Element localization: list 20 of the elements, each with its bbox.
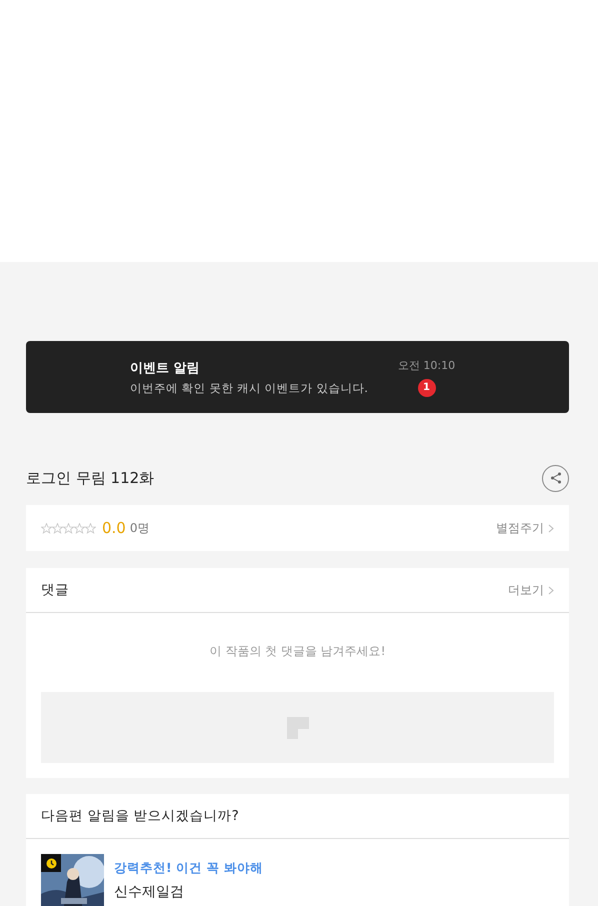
comments-heading: 댓글: [41, 581, 69, 599]
event-notification-card[interactable]: 이벤트 알림 이번주에 확인 못한 캐시 이벤트가 있습니다. 오전 10:10 1: [26, 341, 569, 413]
event-title: 이벤트 알림: [130, 360, 201, 376]
share-button[interactable]: [542, 464, 569, 492]
clock-icon: [41, 854, 61, 872]
recommendation-tag: 강력추천! 이건 꼭 봐야해: [114, 860, 263, 877]
more-link[interactable]: 더보기: [508, 582, 554, 598]
rating-count: 0명: [130, 520, 150, 536]
event-message: 이번주에 확인 못한 캐시 이벤트가 있습니다.: [130, 380, 368, 396]
chevron-icon: [548, 586, 554, 594]
share-icon: [550, 472, 562, 484]
rate-link[interactable]: 별점주기: [496, 520, 554, 536]
chevron-icon: [548, 524, 554, 532]
rating-score: 0.0: [102, 519, 126, 537]
empty-comments-message: 이 작품의 첫 댓글을 남겨주세요!: [209, 643, 386, 660]
next-episode-question: 다음편 알림을 받으시겠습니까?: [41, 807, 239, 825]
novel-title[interactable]: 신수제일검: [114, 883, 263, 901]
event-time: 오전 10:10: [398, 358, 456, 372]
episode-title: 로그인 무림 112화: [26, 468, 154, 488]
unread-count-badge: 1: [418, 378, 436, 396]
